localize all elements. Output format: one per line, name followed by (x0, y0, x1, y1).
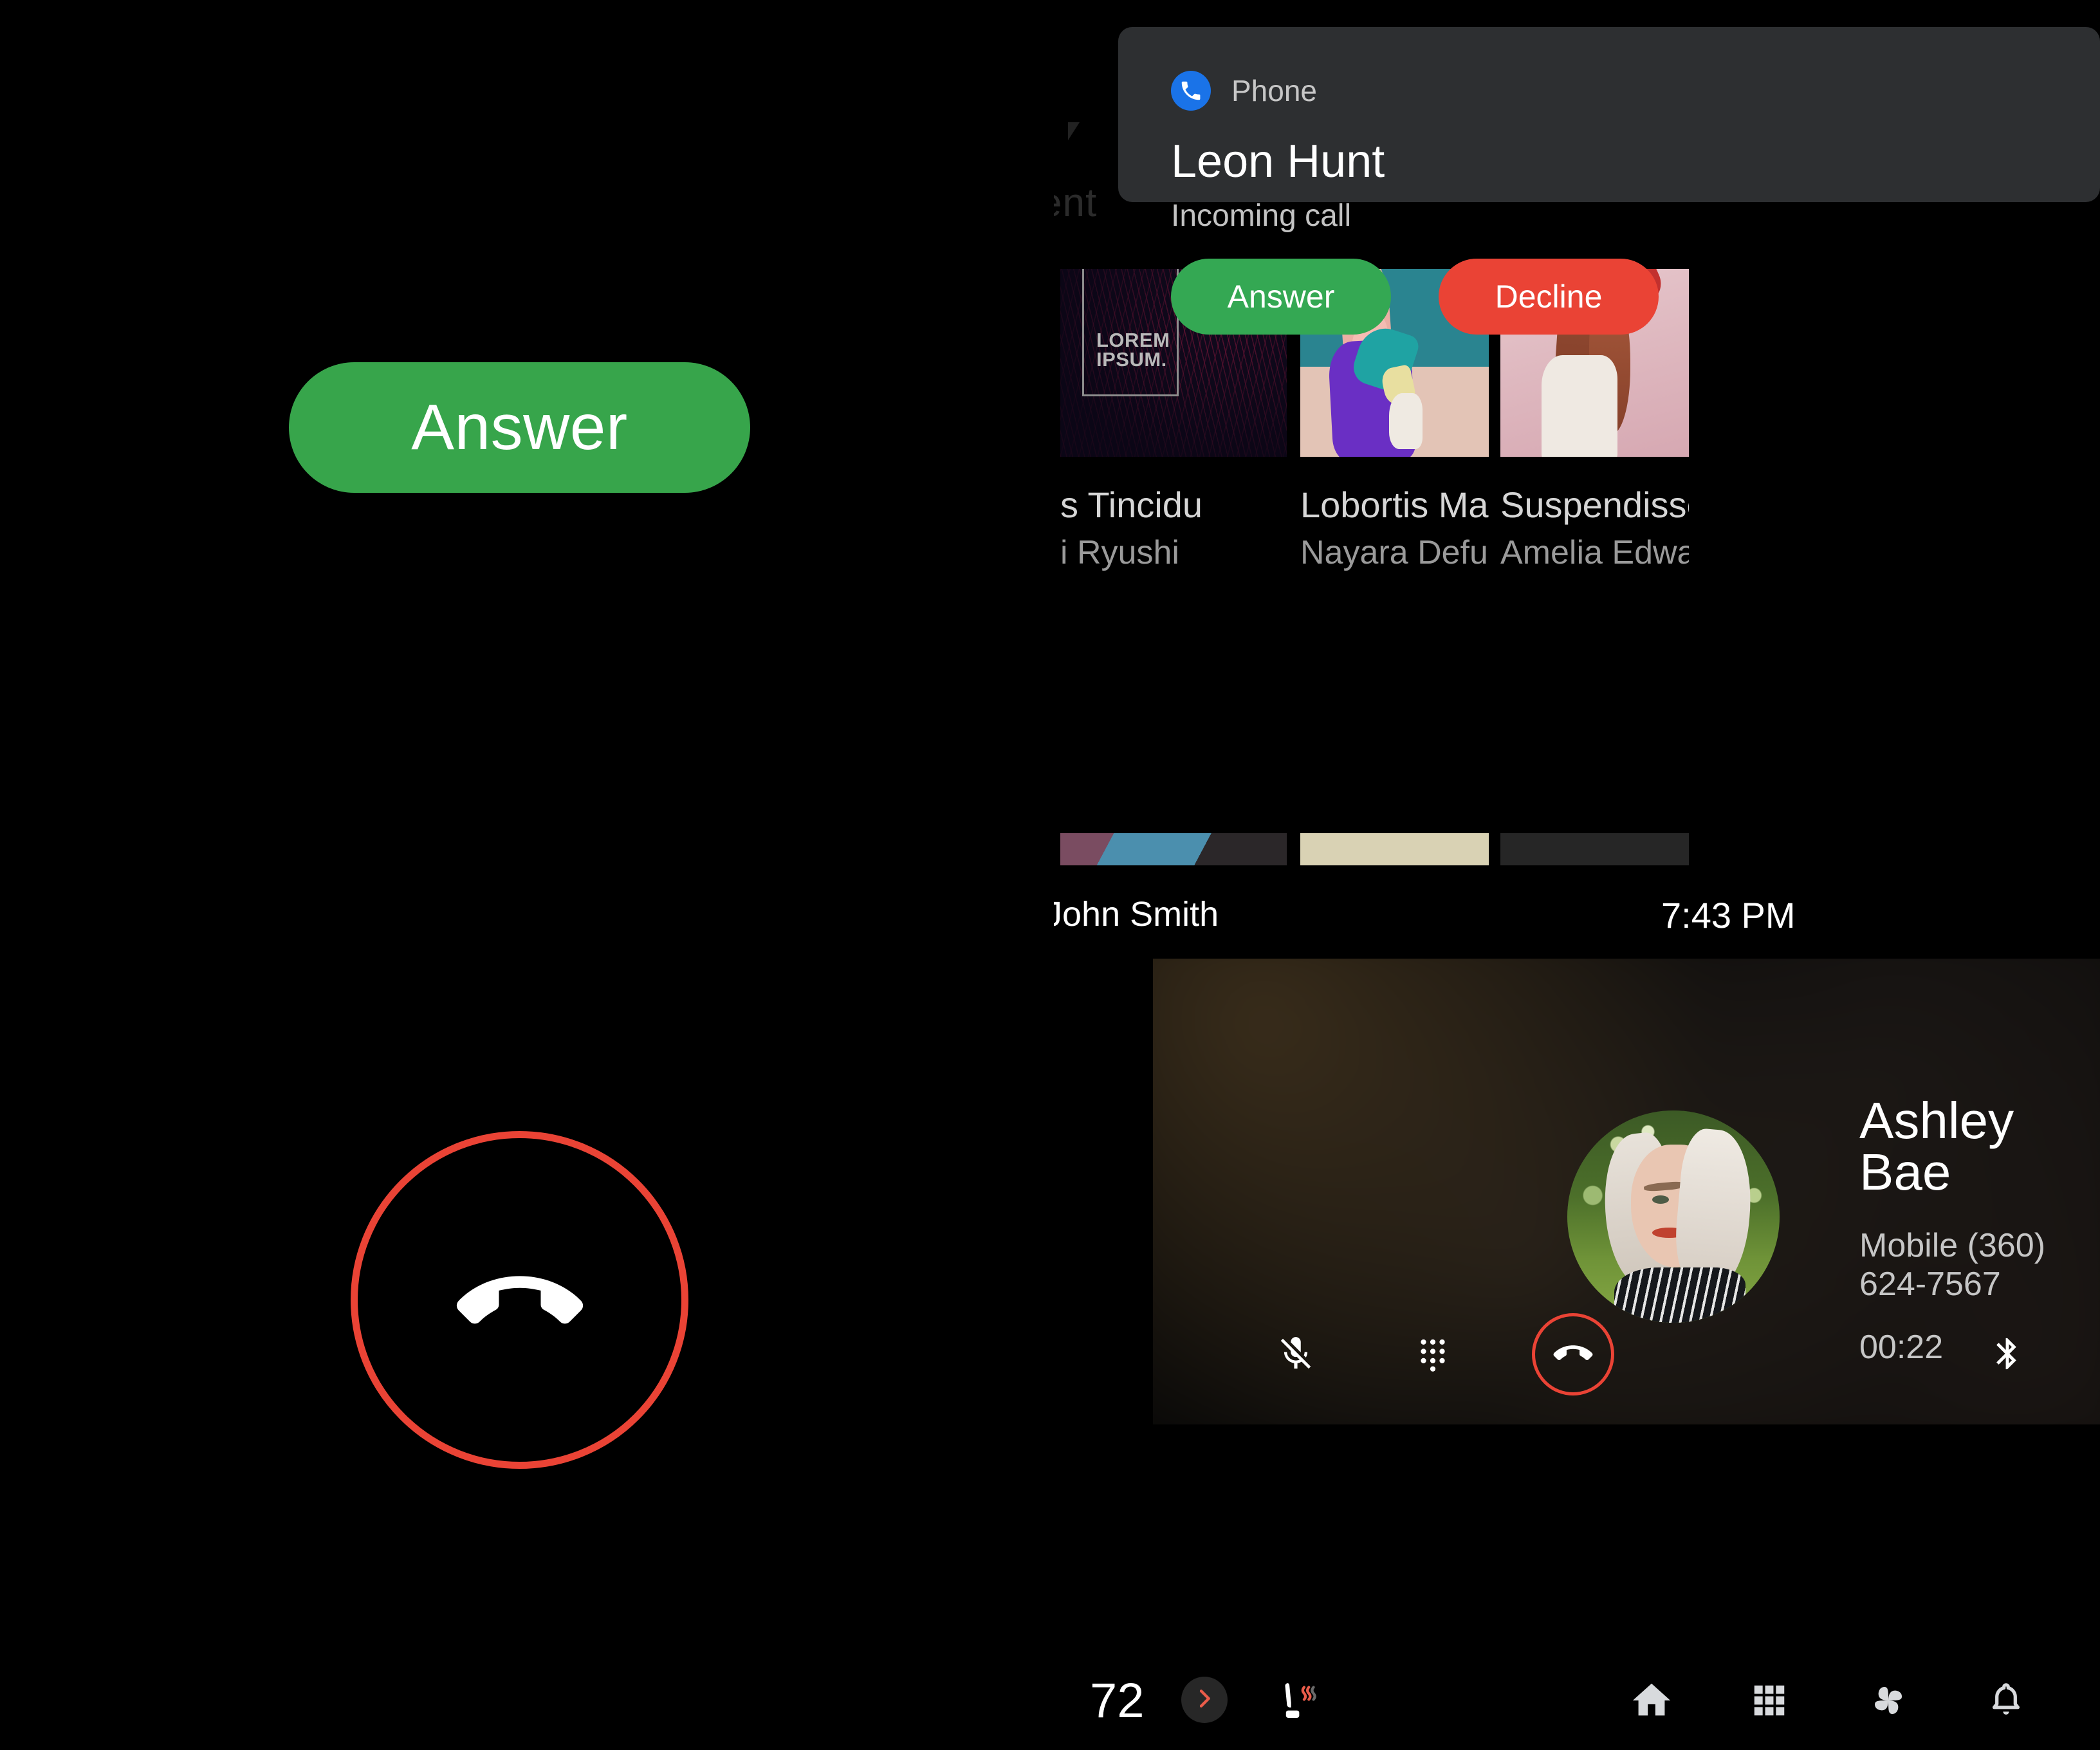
end-call-button[interactable] (1531, 1312, 1615, 1396)
avatar (1567, 1110, 1780, 1323)
media-artist: i Ryushi (1060, 534, 1179, 571)
clock-label: 7:43 PM (1661, 895, 1796, 935)
mute-button[interactable] (1254, 1312, 1338, 1396)
album-art[interactable] (1060, 833, 1287, 865)
notification-header: Phone (1171, 71, 1317, 111)
status-strip: John Smith 7:43 PM (1054, 894, 2100, 952)
temperature-value[interactable]: 72 (1090, 1673, 1145, 1729)
apps-grid-icon (1749, 1681, 1789, 1724)
media-artist: Amelia Edwards (1500, 534, 1689, 571)
background-cut-off-label: ent (1054, 181, 1098, 225)
phone-icon (1171, 71, 1211, 111)
incoming-call-notification[interactable]: Phone Leon Hunt Incoming call Answer Dec… (1118, 27, 2100, 335)
fan-icon (1866, 1678, 1911, 1726)
sidebar-item-notifications[interactable] (1981, 1677, 2031, 1727)
heated-seat-button[interactable] (1275, 1677, 1324, 1726)
lorem-line-2: IPSUM. (1096, 348, 1167, 371)
sidebar-item-apps[interactable] (1744, 1677, 1794, 1727)
call-end-icon (1553, 1343, 1593, 1365)
home-icon (1629, 1678, 1674, 1726)
notification-body: Incoming call (1171, 199, 1352, 233)
bell-icon (1985, 1679, 2027, 1725)
media-card-row: LOREM IPSUM. s Tincidu i Ryushi Lobortis… (1054, 269, 2100, 745)
media-title: Suspendisse (1500, 484, 1689, 525)
media-title: s Tincidu (1060, 484, 1202, 525)
callee-name: Ashley Bae (1859, 1092, 2014, 1201)
screen-root: Answer ent LOREM (0, 0, 2100, 1750)
notification-answer-button[interactable]: Answer (1171, 259, 1391, 335)
notification-title: Leon Hunt (1171, 136, 1385, 187)
dialpad-button[interactable] (1391, 1312, 1475, 1396)
call-end-icon (449, 1263, 591, 1340)
driver-profile-label: John Smith (1054, 895, 1219, 934)
end-call-button[interactable] (351, 1131, 688, 1469)
chevron-right-icon (1192, 1686, 1217, 1715)
bluetooth-icon (1989, 1335, 2026, 1374)
incoming-call-fullscreen-panel: Answer (0, 0, 1054, 1750)
bluetooth-button[interactable] (1966, 1312, 2049, 1396)
album-art[interactable] (1300, 833, 1489, 865)
temperature-expand-button[interactable] (1181, 1677, 1228, 1723)
system-nav-bar: 72 (1054, 1653, 2100, 1750)
sidebar-item-home[interactable] (1626, 1677, 1677, 1727)
active-call-card: Ashley Bae Mobile (360) 624-7567 00:22 (1153, 959, 2100, 1424)
dialpad-icon (1414, 1335, 1451, 1374)
answer-button[interactable]: Answer (289, 362, 750, 493)
background-cursor-icon (1068, 122, 1080, 140)
media-title: Lobortis Magn (1300, 484, 1489, 525)
notification-decline-button[interactable]: Decline (1439, 259, 1659, 335)
sidebar-item-climate[interactable] (1863, 1677, 1913, 1727)
album-art[interactable] (1500, 833, 1689, 865)
lorem-text: LOREM IPSUM. (1096, 330, 1170, 371)
call-controls (1153, 1312, 2100, 1396)
mic-off-icon (1276, 1334, 1316, 1376)
media-card-row-secondary (1054, 833, 2100, 868)
callee-phone-number: Mobile (360) 624-7567 (1859, 1227, 2046, 1303)
heated-seat-icon (1275, 1683, 1324, 1728)
notification-actions: Answer Decline (1171, 259, 1659, 335)
notification-app-name: Phone (1231, 74, 1318, 107)
media-artist: Nayara Defuente (1300, 534, 1489, 571)
